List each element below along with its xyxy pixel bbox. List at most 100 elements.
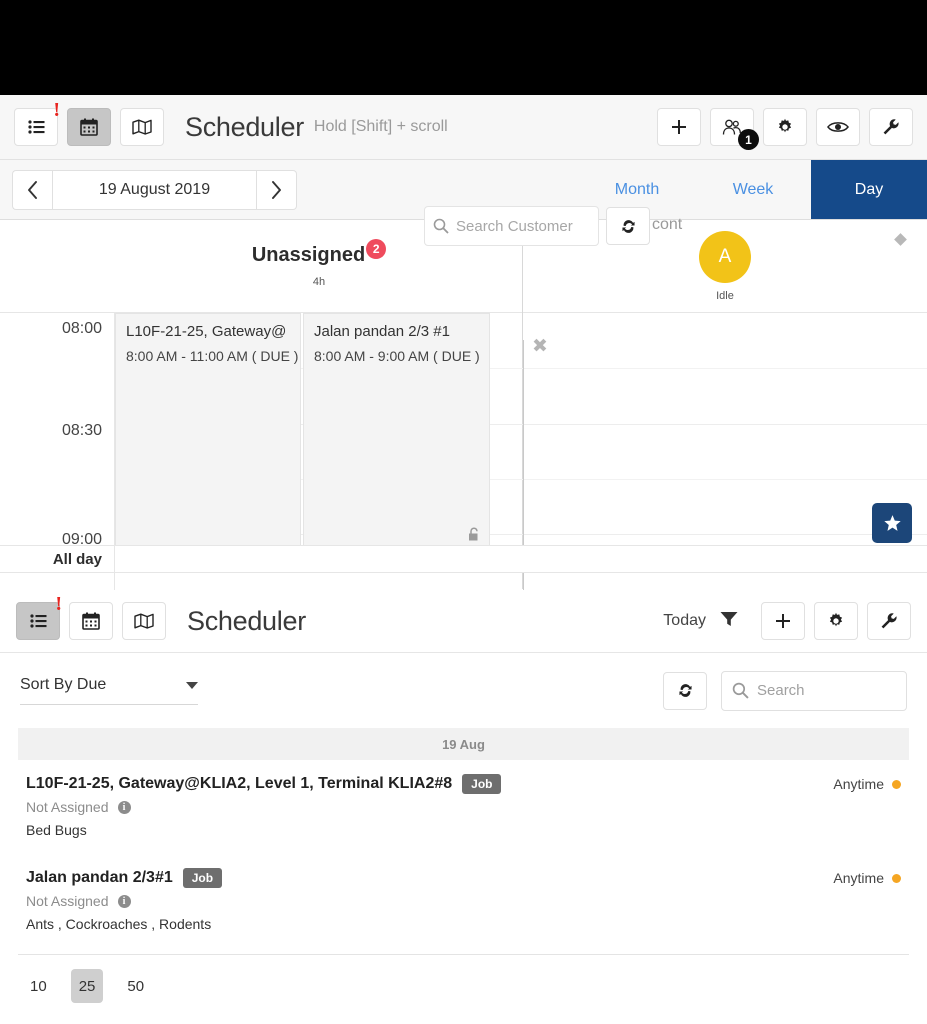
event-time: 8:00 AM - 11:00 AM ( DUE ) bbox=[126, 348, 299, 364]
list-tools-button[interactable] bbox=[867, 602, 911, 640]
calendar-icon bbox=[82, 612, 100, 630]
list-item[interactable]: Jalan pandan 2/3#1 Job Not Assigned i An… bbox=[18, 846, 909, 955]
gear-icon bbox=[829, 612, 843, 627]
chevron-right-icon bbox=[272, 180, 281, 199]
list-toolbar-actions: Today bbox=[663, 602, 911, 640]
customer-search-box[interactable]: Search Customer bbox=[424, 206, 599, 246]
job-assignment: Not Assigned i bbox=[26, 799, 901, 815]
time-label-0830: 08:30 bbox=[61, 422, 102, 439]
list-toolbar: ! Scheduler Today bbox=[0, 590, 927, 653]
list-view-list-button[interactable]: ! bbox=[16, 594, 62, 640]
job-assignment-label: Not Assigned bbox=[26, 799, 109, 815]
avatar[interactable]: A bbox=[699, 230, 751, 283]
close-icon[interactable]: ✖ bbox=[532, 335, 548, 358]
info-icon[interactable]: i bbox=[117, 800, 131, 814]
job-list-panel: ! Scheduler Today Sort By Due Search 19 … bbox=[0, 590, 927, 1024]
letterbox-top bbox=[0, 0, 927, 95]
list-controls-right: Search bbox=[663, 670, 907, 711]
calendar-event[interactable]: L10F-21-25, Gateway@ 8:00 AM - 11:00 AM … bbox=[115, 313, 301, 553]
job-description: Bed Bugs bbox=[26, 822, 87, 838]
job-title: Jalan pandan 2/3#1 bbox=[26, 869, 173, 886]
status-badge: Job bbox=[182, 868, 223, 888]
star-icon bbox=[883, 514, 901, 531]
list-refresh-button[interactable] bbox=[663, 671, 707, 710]
search-icon bbox=[732, 682, 749, 699]
unassigned-label: Unassigned bbox=[251, 244, 366, 266]
day-group-header: 19 Aug bbox=[18, 728, 909, 760]
refresh-icon bbox=[678, 684, 692, 697]
current-date-display[interactable]: 19 August 2019 bbox=[52, 169, 257, 210]
list-add-job-button[interactable] bbox=[761, 602, 805, 640]
favorite-star-button[interactable] bbox=[872, 503, 912, 543]
info-icon[interactable]: i bbox=[117, 894, 131, 908]
list-settings-button[interactable] bbox=[814, 602, 858, 640]
list-view-map-button[interactable] bbox=[122, 602, 166, 640]
gutter-header-spacer bbox=[0, 220, 115, 312]
alert-marker-icon: ! bbox=[53, 99, 60, 121]
refresh-icon bbox=[621, 219, 635, 233]
unassigned-heading: Unassigned 2 bbox=[251, 239, 387, 267]
job-list: L10F-21-25, Gateway@KLIA2, Level 1, Term… bbox=[0, 760, 927, 955]
page-title: Scheduler bbox=[185, 111, 304, 142]
list-controls-row: Sort By Due Search bbox=[0, 653, 927, 728]
job-description: Ants , Cockroaches , Rodents bbox=[26, 916, 212, 932]
job-search-input[interactable]: Search bbox=[721, 670, 907, 711]
wrench-icon bbox=[883, 119, 899, 135]
page-size-25[interactable]: 25 bbox=[70, 969, 104, 1003]
status-dot-icon bbox=[892, 873, 901, 883]
calendar-icon bbox=[80, 118, 98, 136]
tools-button[interactable] bbox=[869, 108, 913, 146]
list-item[interactable]: L10F-21-25, Gateway@KLIA2, Level 1, Term… bbox=[18, 760, 909, 846]
page-size-10[interactable]: 10 bbox=[22, 969, 55, 1003]
screenshot-root: ! Scheduler Hold [Shift] + scroll 1 Sear… bbox=[0, 0, 927, 1024]
view-list-button[interactable]: ! bbox=[14, 100, 60, 146]
job-heading: L10F-21-25, Gateway@KLIA2, Level 1, Term… bbox=[26, 774, 901, 794]
event-title: Jalan pandan 2/3 #1 bbox=[314, 323, 450, 340]
visibility-button[interactable] bbox=[816, 108, 860, 146]
unlock-icon[interactable] bbox=[468, 527, 481, 546]
settings-button[interactable] bbox=[763, 108, 807, 146]
job-schedule: Anytime bbox=[833, 776, 901, 792]
team-count-badge: 1 bbox=[738, 129, 759, 150]
map-icon bbox=[134, 613, 154, 629]
sort-by-select[interactable]: Sort By Due bbox=[20, 676, 198, 705]
job-search-placeholder: Search bbox=[757, 682, 805, 699]
pagination: 10 25 50 bbox=[0, 955, 927, 1017]
calendar-grid-wrapper: Unassigned 2 4h A Idle 08:00 08:30 09:00… bbox=[0, 220, 927, 590]
calendar-toolbar: ! Scheduler Hold [Shift] + scroll 1 bbox=[0, 95, 927, 160]
prev-day-button[interactable] bbox=[12, 169, 52, 210]
eye-icon bbox=[827, 122, 849, 132]
tab-week[interactable]: Week bbox=[695, 160, 811, 219]
obscured-hint-tail: cont bbox=[652, 216, 683, 233]
unassigned-count-badge: 2 bbox=[366, 239, 387, 259]
refresh-button[interactable] bbox=[606, 207, 650, 245]
filter-icon bbox=[720, 611, 738, 626]
list-view-calendar-button[interactable] bbox=[69, 602, 113, 640]
job-title: L10F-21-25, Gateway@KLIA2, Level 1, Term… bbox=[26, 775, 453, 792]
filter-button[interactable] bbox=[720, 611, 738, 632]
resource-diamond-icon[interactable] bbox=[894, 233, 907, 246]
calendar-toolbar-actions: 1 bbox=[648, 108, 913, 150]
all-day-label: All day bbox=[0, 545, 115, 573]
page-size-50[interactable]: 50 bbox=[119, 969, 152, 1003]
view-calendar-button[interactable] bbox=[67, 108, 111, 146]
tab-day[interactable]: Day bbox=[811, 160, 927, 219]
job-assignment: Not Assigned i bbox=[26, 893, 901, 909]
job-schedule: Anytime bbox=[833, 870, 901, 886]
next-day-button[interactable] bbox=[257, 169, 297, 210]
add-job-button[interactable] bbox=[657, 108, 701, 146]
status-dot-icon bbox=[892, 779, 901, 789]
all-day-row[interactable]: All day bbox=[0, 545, 927, 573]
calendar-scheduler-panel: ! Scheduler Hold [Shift] + scroll 1 Sear… bbox=[0, 95, 927, 590]
calendar-event[interactable]: Jalan pandan 2/3 #1 8:00 AM - 9:00 AM ( … bbox=[303, 313, 490, 553]
job-schedule-label: Anytime bbox=[833, 776, 884, 792]
view-map-button[interactable] bbox=[120, 108, 164, 146]
team-button[interactable]: 1 bbox=[710, 108, 759, 150]
list-icon bbox=[27, 120, 44, 134]
date-navigator: 19 August 2019 bbox=[12, 169, 297, 210]
customer-search-placeholder: Search Customer bbox=[456, 217, 573, 235]
job-schedule-label: Anytime bbox=[833, 870, 884, 886]
job-assignment-label: Not Assigned bbox=[26, 893, 109, 909]
today-label[interactable]: Today bbox=[663, 612, 706, 630]
plus-icon bbox=[672, 120, 686, 134]
